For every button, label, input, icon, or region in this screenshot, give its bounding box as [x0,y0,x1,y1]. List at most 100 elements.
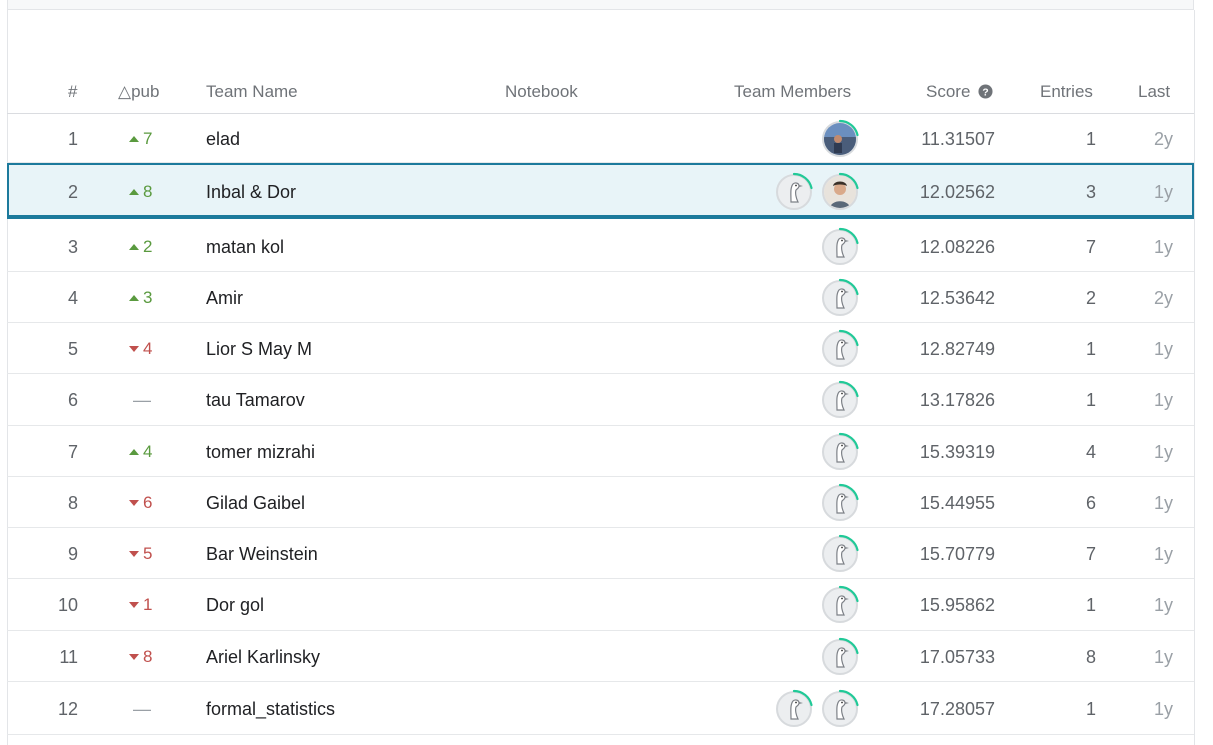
rank-change-value: 3 [143,288,153,307]
rank-change: 4 [129,442,152,462]
rank-number: 9 [67,544,78,564]
rank-number: 7 [67,442,78,462]
triangle-down-icon [129,499,139,506]
team-member-avatar[interactable] [774,689,814,729]
rank-change-value: 2 [143,237,153,256]
progress-ring-icon [838,637,859,655]
team-name[interactable]: formal_statistics [206,699,335,719]
team-name[interactable]: Bar Weinstein [206,544,318,564]
leaderboard-row[interactable]: 9 5 Bar Weinstein 15.70779 7 1y [7,528,1194,579]
leaderboard-row[interactable]: 10 1 Dor gol 15.95862 1 1y [7,579,1194,631]
leaderboard-row[interactable]: 3 2 matan kol 12.08226 7 1y [7,221,1194,272]
leaderboard-row[interactable]: 8 6 Gilad Gaibel 15.44955 6 1y [7,477,1194,528]
rank-number: 2 [67,182,78,202]
progress-ring-icon [838,689,859,707]
team-name[interactable]: Ariel Karlinsky [206,647,320,667]
svg-text:?: ? [983,87,989,98]
team-member-avatar[interactable] [820,380,860,420]
column-score-header[interactable]: Score ? [926,82,993,102]
progress-ring-icon [792,689,813,707]
score-value: 12.82749 [919,339,995,359]
triangle-down-icon [129,550,139,557]
leaderboard-row[interactable]: 1 7 elad 11.31507 1 2y [7,114,1194,163]
team-member-avatar[interactable] [774,172,814,212]
last-submission: 1y [1153,390,1173,410]
entries-count: 3 [1085,182,1096,202]
team-member-avatar[interactable] [820,227,860,267]
question-circle-icon[interactable]: ? [978,84,993,99]
leaderboard-header: # △pub Team Name Notebook Team Members S… [7,70,1194,114]
rank-change: 3 [129,288,152,308]
rank-change-value: 4 [143,339,153,358]
entries-count: 1 [1085,699,1096,719]
leaderboard-row[interactable]: 7 4 tomer mizrahi 15.39319 4 1y [7,426,1194,477]
score-value: 12.02562 [919,182,995,202]
triangle-up-icon [129,135,139,142]
entries-count: 2 [1085,288,1096,308]
team-member-avatar[interactable] [820,534,860,574]
triangle-down-icon [129,345,139,352]
team-member-avatar[interactable] [820,637,860,677]
column-delta-header[interactable]: △pub [118,82,159,102]
column-entries-header: Entries [1040,82,1093,101]
team-member-avatar[interactable] [820,329,860,369]
team-name[interactable]: Dor gol [206,595,264,615]
rank-change-value: 6 [143,493,153,512]
triangle-up-icon [129,294,139,301]
team-member-avatar[interactable] [820,119,860,159]
team-member-avatar[interactable] [820,278,860,318]
score-value: 17.28057 [919,699,995,719]
rank-change-none: — [133,699,151,719]
last-submission: 1y [1153,647,1173,667]
rank-number: 12 [57,699,78,719]
team-name[interactable]: tomer mizrahi [206,442,315,462]
team-member-avatar[interactable] [820,689,860,729]
team-name[interactable]: matan kol [206,237,284,257]
rank-change-value: 5 [143,544,153,563]
team-member-avatar[interactable] [820,432,860,472]
rank-change-value: 8 [143,647,153,666]
team-name[interactable]: Inbal & Dor [206,182,296,202]
leaderboard-row[interactable]: 4 3 Amir 12.53642 2 2y [7,272,1194,323]
last-submission: 1y [1153,339,1173,359]
team-name[interactable]: Gilad Gaibel [206,493,305,513]
team-member-avatar[interactable] [820,172,860,212]
score-value: 15.39319 [919,442,995,462]
score-value: 12.08226 [919,237,995,257]
rank-change-value: 8 [143,182,153,201]
rank-number: 3 [67,237,78,257]
last-submission: 1y [1153,182,1173,202]
rank-change: 5 [129,544,152,564]
entries-count: 7 [1085,237,1096,257]
leaderboard-row[interactable]: 5 4 Lior S May M 12.82749 1 1y [7,323,1194,374]
team-member-avatar[interactable] [820,483,860,523]
team-member-avatar[interactable] [820,585,860,625]
leaderboard-row-highlighted[interactable]: 2 8 Inbal & Dor 12.02562 3 1y [7,163,1194,219]
team-name[interactable]: Amir [206,288,243,308]
leaderboard-row[interactable]: 11 8 Ariel Karlinsky 17.05733 8 1y [7,631,1194,682]
score-value: 17.05733 [919,647,995,667]
progress-ring-icon [838,380,859,398]
team-name[interactable]: Lior S May M [206,339,312,359]
entries-count: 1 [1085,595,1096,615]
entries-count: 8 [1085,647,1096,667]
triangle-up-icon [129,243,139,250]
leaderboard-row[interactable]: 12 — formal_statistics 17.28057 1 1y [7,682,1194,735]
rank-change: 6 [129,493,152,513]
rank-number: 8 [67,493,78,513]
rank-change-value: 4 [143,442,153,461]
column-score-label: Score [926,82,971,101]
last-submission: 2y [1153,129,1173,149]
progress-ring-icon [838,172,859,190]
leaderboard-row[interactable]: 6 — tau Tamarov 13.17826 1 1y [7,374,1194,426]
column-team-header[interactable]: Team Name [206,82,298,102]
rank-change-value: 7 [143,129,153,148]
triangle-down-icon [129,601,139,608]
team-name[interactable]: tau Tamarov [206,390,305,410]
score-value: 15.70779 [919,544,995,564]
progress-ring-icon [838,119,859,137]
team-name[interactable]: elad [206,129,240,149]
last-submission: 1y [1153,442,1173,462]
last-submission: 1y [1153,493,1173,513]
rank-number: 11 [59,647,78,667]
